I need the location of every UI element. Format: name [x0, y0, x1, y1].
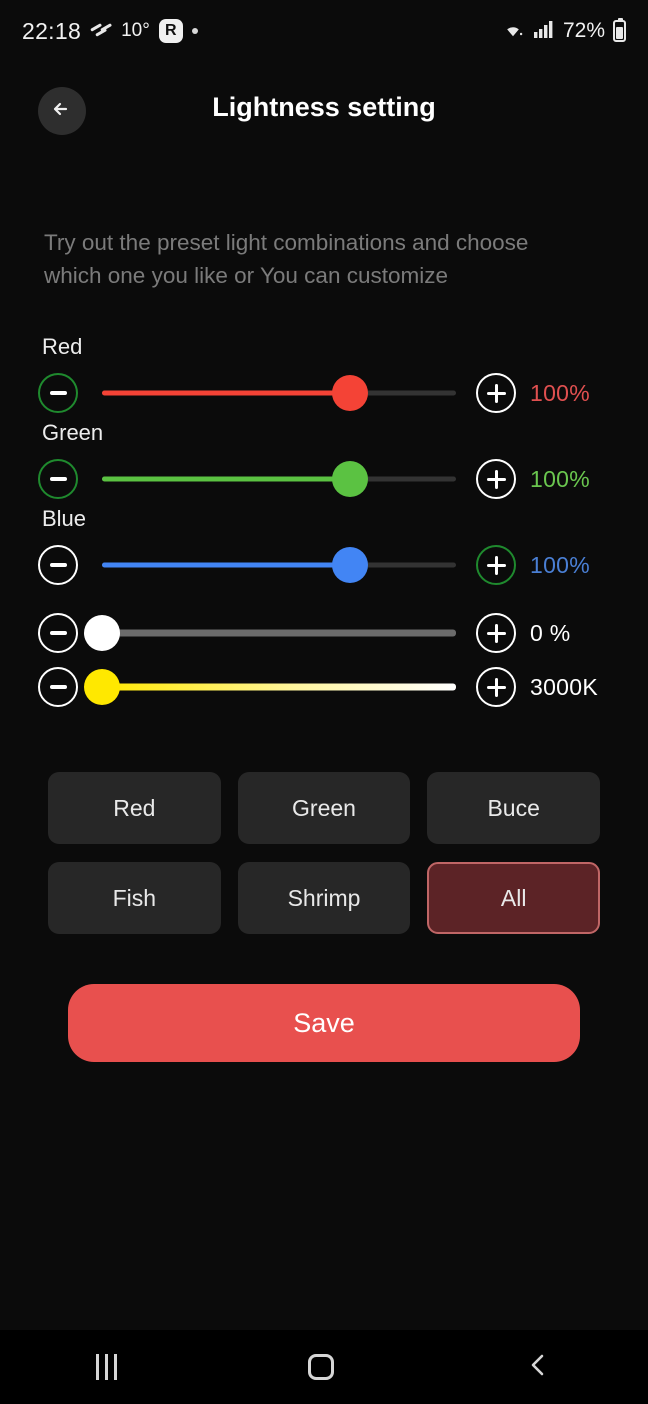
minus-icon [49, 631, 67, 635]
slider-label-red: Red [42, 334, 83, 359]
plus-icon [486, 469, 506, 489]
slider-track-green[interactable] [102, 459, 456, 499]
plus-icon [486, 677, 506, 697]
slider-row-green: 100% [0, 452, 648, 506]
app-header: Lightness setting [0, 62, 648, 158]
slider-value-blue: 100% [530, 551, 591, 578]
slider-track-white[interactable] [84, 613, 456, 653]
slider-track-fill [102, 390, 350, 396]
plus-slot-red [476, 373, 516, 413]
minus-button-color-temperature[interactable] [38, 667, 78, 707]
slider-track-blue[interactable] [102, 545, 456, 585]
slider-group-blue: Blue 100% [0, 506, 648, 592]
slider-row-red: 100% [0, 366, 648, 420]
save-button[interactable]: Save [68, 984, 580, 1062]
plus-icon [486, 555, 506, 575]
slider-section: Red 100% Green 100% Blue 100% 0 % 3000K [0, 334, 648, 714]
slider-value-color-temperature: 3000K [530, 673, 599, 700]
slider-value-red: 100% [530, 379, 591, 406]
plus-button-blue[interactable] [476, 545, 516, 585]
preset-button-shrimp[interactable]: Shrimp [237, 862, 411, 934]
minus-icon [49, 391, 67, 395]
plus-icon [486, 623, 506, 643]
slider-label-blue: Blue [42, 506, 87, 531]
status-time: 22:18 [22, 17, 82, 44]
minus-button-green[interactable] [38, 459, 78, 499]
slider-thumb-red[interactable] [331, 375, 368, 411]
plus-icon [486, 383, 506, 403]
slider-row-blue: 100% [0, 538, 648, 592]
cellular-signal-icon [533, 19, 555, 44]
plus-button-red[interactable] [476, 373, 516, 413]
slider-track-red[interactable] [102, 373, 456, 413]
phone-screen: 22:18 10° R 72% Lightness setting Try ou… [0, 0, 648, 1404]
status-bar: 22:18 10° R 72% [0, 0, 648, 62]
plus-button-color-temperature[interactable] [476, 667, 516, 707]
slider-track-fill [102, 476, 350, 482]
minus-icon [49, 685, 67, 689]
slider-section-divider [0, 592, 648, 606]
home-icon[interactable] [308, 1354, 335, 1380]
save-button-container: Save [68, 984, 580, 1062]
plus-slot-green [476, 459, 516, 499]
battery-percent: 72% [562, 19, 605, 42]
slider-thumb-color-temperature[interactable] [84, 669, 120, 705]
plus-button-green[interactable] [476, 459, 516, 499]
preset-button-all[interactable]: All [427, 862, 600, 934]
minus-icon [49, 477, 67, 481]
status-bar-right: 72% [501, 18, 626, 44]
preset-button-green[interactable]: Green [237, 772, 411, 844]
plus-slot-blue [476, 545, 516, 585]
chevron-left-icon[interactable] [526, 1350, 552, 1385]
battery-icon [613, 18, 626, 42]
minus-button-red[interactable] [38, 373, 78, 413]
page-title: Lightness setting [212, 92, 436, 122]
minus-button-blue[interactable] [38, 545, 78, 585]
slider-row-white: 0 % [0, 606, 648, 660]
plus-slot-color-temperature [476, 667, 516, 707]
recents-icon[interactable] [95, 1354, 117, 1380]
notification-dot-icon [191, 28, 198, 34]
plus-slot-white [476, 613, 516, 653]
slider-thumb-green[interactable] [331, 461, 368, 497]
slider-value-green: 100% [530, 465, 591, 492]
slider-thumb-blue[interactable] [331, 547, 368, 583]
slider-track-fill [102, 562, 350, 568]
minus-button-white[interactable] [38, 613, 78, 653]
slider-track-color-temperature[interactable] [84, 667, 456, 707]
slider-thumb-white[interactable] [84, 615, 120, 651]
slider-label-green: Green [42, 420, 104, 445]
plus-button-white[interactable] [476, 613, 516, 653]
slider-group-red: Red 100% [0, 334, 648, 420]
status-bar-left: 22:18 10° R [22, 18, 198, 45]
status-temperature: 10° [121, 20, 150, 41]
preset-grid: Red Green Buce Fish Shrimp All [48, 772, 600, 934]
wifi-icon [501, 19, 525, 44]
weather-haze-icon [90, 22, 112, 40]
preset-button-red[interactable]: Red [48, 772, 221, 844]
slider-value-white: 0 % [530, 619, 571, 646]
description-text: Try out the preset light combinations an… [44, 230, 529, 288]
minus-icon [49, 563, 67, 567]
slider-row-color-temperature: 3000K [0, 660, 648, 714]
system-navigation-bar [0, 1330, 648, 1404]
preset-button-fish[interactable]: Fish [48, 862, 221, 934]
slider-track-background [102, 629, 456, 637]
slider-track-gradient [102, 683, 456, 691]
preset-button-buce[interactable]: Buce [427, 772, 600, 844]
app-badge-icon: R [158, 19, 183, 43]
slider-group-green: Green 100% [0, 420, 648, 506]
